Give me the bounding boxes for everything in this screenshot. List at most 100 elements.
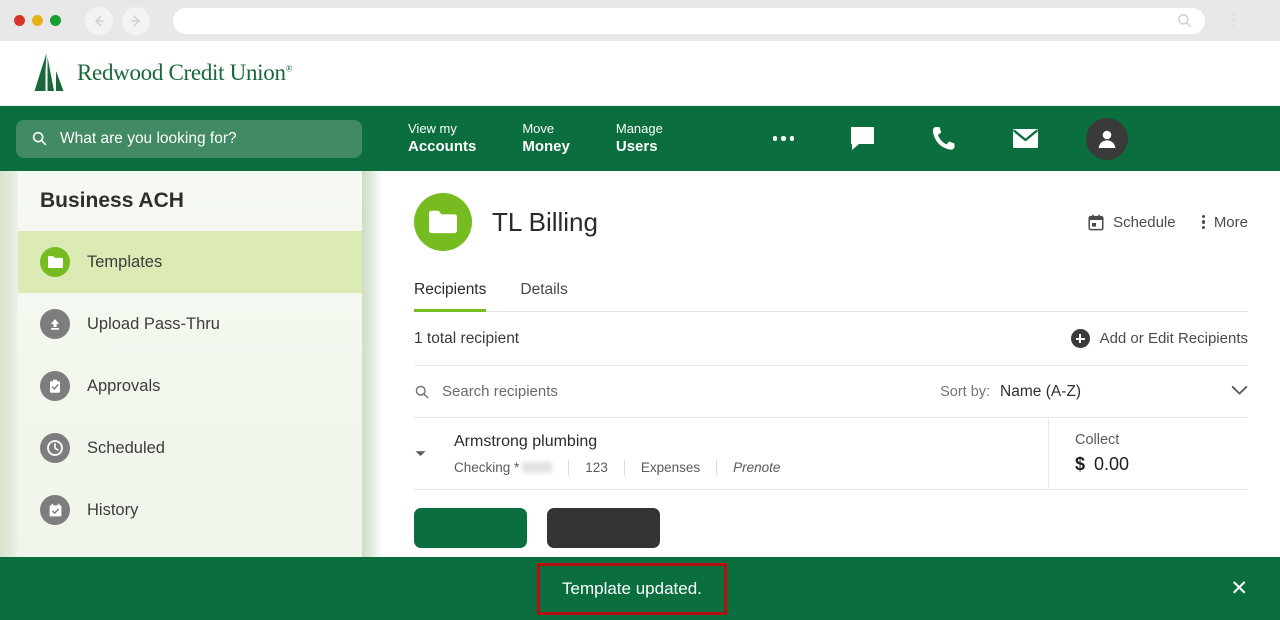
sort-by-label: Sort by: [940, 383, 991, 400]
redwood-tree-logo-icon [34, 53, 64, 91]
add-or-edit-recipients-button[interactable]: Add or Edit Recipients [1070, 329, 1248, 348]
minimize-window-button[interactable] [32, 15, 43, 26]
sidebar-item-upload-pass-thru[interactable]: Upload Pass-Thru [18, 293, 362, 355]
toast-notification: Template updated. ✕ [0, 557, 1280, 620]
caret-down-icon [415, 451, 426, 456]
search-icon [415, 385, 429, 398]
currency-symbol: $ [1075, 454, 1086, 474]
more-label: More [1213, 213, 1248, 231]
nav-item-move-money[interactable]: Move Money [522, 120, 570, 157]
folder-icon [40, 247, 70, 277]
sidebar-item-history[interactable]: History [18, 479, 362, 541]
recipient-amount-value: $0.00 [1075, 454, 1248, 475]
page-title: TL Billing [492, 206, 598, 237]
sort-control[interactable]: Sort by: Name (A-Z) [940, 383, 1248, 401]
brand-name: Redwood Credit Union® [77, 60, 292, 86]
nav-chat-button[interactable] [848, 125, 877, 152]
chat-bubble-icon [851, 127, 875, 150]
recipient-details: Armstrong plumbing Checking * 123 Expens… [442, 418, 1048, 489]
trademark-symbol: ® [285, 63, 293, 74]
nav-item-manage-users-bottom: Users [615, 138, 658, 156]
nav-profile-button[interactable] [1086, 117, 1129, 160]
search-icon [32, 131, 47, 146]
recipient-amount-label: Collect [1075, 432, 1120, 448]
envelope-icon [1013, 129, 1039, 148]
search-recipients-input[interactable]: Search recipients [442, 383, 558, 400]
kebab-menu-icon [1231, 13, 1235, 16]
forward-arrow-icon [131, 15, 140, 26]
template-folder-icon [414, 193, 472, 251]
global-search-input[interactable]: What are you looking for? [16, 119, 362, 158]
nav-item-accounts-bottom: Accounts [408, 138, 477, 156]
sidebar-item-upload-pass-thru-label: Upload Pass-Thru [87, 314, 220, 333]
forward-button[interactable] [122, 6, 150, 35]
global-search-placeholder: What are you looking for? [60, 129, 237, 147]
chevron-down-icon[interactable] [1231, 383, 1248, 401]
content-tabs: Recipients Details [414, 281, 1248, 312]
action-buttons [414, 508, 1248, 548]
sidebar-title: Business ACH [40, 189, 184, 212]
back-arrow-icon [95, 15, 104, 26]
primary-navigation: What are you looking for? View my Accoun… [0, 106, 1280, 171]
nav-phone-button[interactable] [931, 125, 957, 152]
recipient-meta: Checking * 123 Expenses Prenote [454, 459, 1048, 475]
sidebar-item-templates[interactable]: Templates [18, 231, 362, 293]
user-avatar-icon [1098, 130, 1116, 148]
calendar-icon [1088, 214, 1104, 230]
header-actions: Schedule More [1088, 214, 1248, 231]
brand-logo-link[interactable]: Redwood Credit Union® [32, 51, 292, 95]
nav-item-manage-users-top: Manage [615, 121, 663, 137]
close-icon[interactable]: ✕ [1230, 578, 1248, 599]
clock-icon [40, 433, 70, 463]
ellipsis-icon [772, 136, 778, 141]
plus-circle-icon [1070, 329, 1090, 348]
secondary-action-button[interactable] [547, 508, 660, 548]
nav-item-accounts-top: View my [408, 121, 457, 137]
search-icon [1177, 13, 1192, 28]
sidebar-item-templates-label: Templates [87, 252, 163, 271]
browser-nav-arrows [85, 6, 150, 35]
recipient-id-number: 123 [585, 459, 608, 475]
phone-icon [933, 127, 955, 150]
kebab-menu-icon [1201, 214, 1205, 230]
recipient-category: Expenses [640, 459, 701, 475]
nav-mail-button[interactable] [1011, 126, 1040, 151]
url-input[interactable] [173, 7, 1205, 34]
back-button[interactable] [85, 6, 113, 35]
brand-header: Redwood Credit Union® [0, 41, 1280, 106]
nav-item-manage-users[interactable]: Manage Users [616, 120, 663, 157]
toast-message: Template updated. [537, 562, 727, 615]
sidebar: Business ACH Templates Upload Pass-Thru [18, 171, 362, 565]
nav-more-button[interactable] [772, 136, 795, 141]
sidebar-item-approvals[interactable]: Approvals [18, 355, 362, 417]
nav-item-move-money-bottom: Money [522, 138, 570, 156]
schedule-label: Schedule [1113, 213, 1176, 231]
window-traffic-lights [14, 15, 61, 26]
upload-icon [40, 309, 70, 339]
clipboard-check-icon [40, 371, 70, 401]
template-header: TL Billing Schedule More [382, 171, 1280, 251]
left-edge-gradient [0, 171, 18, 565]
amount-number: 0.00 [1094, 454, 1130, 474]
close-window-button[interactable] [14, 15, 25, 26]
tab-details[interactable]: Details [520, 281, 567, 312]
expand-recipient-button[interactable] [414, 418, 442, 489]
sidebar-item-approvals-label: Approvals [87, 376, 161, 395]
more-button[interactable]: More [1201, 213, 1248, 231]
primary-action-button[interactable] [414, 508, 527, 548]
sidebar-item-history-label: History [87, 500, 139, 519]
recipient-name: Armstrong plumbing [454, 432, 598, 450]
workspace: Business ACH Templates Upload Pass-Thru [0, 171, 1280, 565]
nav-item-move-money-top: Move [522, 121, 555, 137]
tab-recipients[interactable]: Recipients [414, 281, 487, 312]
maximize-window-button[interactable] [50, 15, 61, 26]
table-row[interactable]: Armstrong plumbing Checking * 123 Expens… [414, 418, 1248, 490]
brand-name-text: Redwood Credit Union [77, 60, 286, 85]
nav-item-accounts[interactable]: View my Accounts [408, 120, 476, 157]
sidebar-item-scheduled[interactable]: Scheduled [18, 417, 362, 479]
browser-menu-button[interactable] [1221, 7, 1245, 35]
schedule-button[interactable]: Schedule [1088, 214, 1176, 231]
recipient-account: Checking * [454, 460, 568, 475]
recipient-account-masked [522, 462, 553, 474]
recipient-account-type: Checking * [454, 459, 520, 475]
